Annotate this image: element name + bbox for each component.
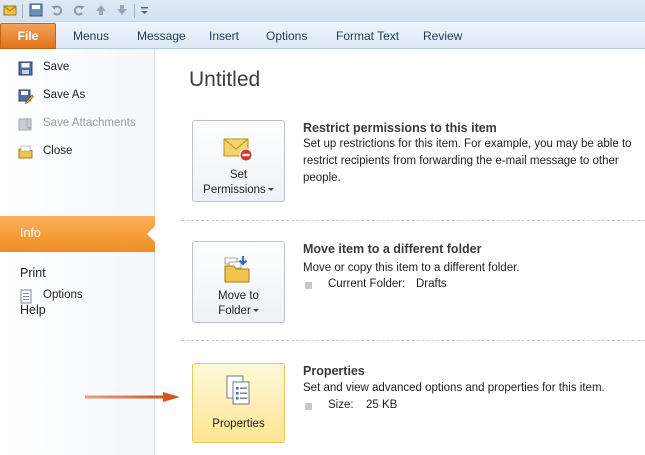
properties-icon bbox=[226, 375, 250, 405]
button-label: Properties bbox=[212, 418, 265, 430]
menu-item-close[interactable]: Close bbox=[0, 141, 155, 163]
move-to-folder-button[interactable]: Move to Folder bbox=[192, 241, 285, 323]
tab-insert[interactable]: Insert bbox=[209, 27, 239, 45]
properties-button[interactable]: Properties bbox=[192, 363, 285, 443]
tab-menus[interactable]: Menus bbox=[73, 27, 109, 45]
menu-item-save-as[interactable]: Save As bbox=[0, 85, 155, 107]
outlook-app-icon[interactable] bbox=[3, 3, 17, 17]
undo-icon[interactable] bbox=[50, 3, 64, 17]
ribbon-tab-bar: Menus Message Insert Options Format Text… bbox=[0, 22, 645, 49]
menu-item-label: Options bbox=[43, 289, 83, 301]
size-label: Size: bbox=[328, 399, 354, 411]
menu-item-print-placeholder bbox=[0, 212, 155, 234]
redo-icon[interactable] bbox=[72, 3, 86, 17]
button-label-line2: Permissions bbox=[193, 183, 284, 198]
options-icon bbox=[20, 289, 32, 304]
save-icon[interactable] bbox=[29, 3, 43, 17]
button-label-text: Folder bbox=[218, 305, 251, 317]
save-icon bbox=[18, 61, 33, 76]
menu-item-label: Close bbox=[43, 145, 73, 157]
dropdown-caret-icon bbox=[267, 188, 274, 192]
current-folder-label: Current Folder: bbox=[328, 278, 406, 290]
menu-item-label: Save bbox=[43, 61, 70, 73]
bullet-icon bbox=[305, 403, 312, 410]
move-folder-icon bbox=[224, 256, 250, 283]
tab-format-text[interactable]: Format Text bbox=[336, 27, 399, 45]
section-description: Set up restrictions for this item. For e… bbox=[303, 138, 632, 184]
tab-options[interactable]: Options bbox=[266, 27, 307, 45]
section-heading: Restrict permissions to this item bbox=[303, 121, 497, 135]
set-permissions-button[interactable]: Set Permissions bbox=[192, 120, 285, 202]
menu-item-label: Save As bbox=[43, 89, 86, 101]
tab-file[interactable]: File bbox=[0, 23, 56, 49]
size-value: 25 KB bbox=[366, 399, 398, 411]
section-divider bbox=[181, 220, 645, 221]
toolbar-separator bbox=[134, 4, 135, 18]
up-arrow-icon[interactable] bbox=[94, 3, 108, 17]
toolbar-separator bbox=[22, 4, 23, 18]
section-heading: Move item to a different folder bbox=[303, 242, 482, 256]
dropdown-caret-icon bbox=[252, 309, 259, 313]
bullet-icon bbox=[305, 282, 312, 289]
save-attachments-icon bbox=[18, 118, 32, 131]
section-heading: Properties bbox=[303, 364, 365, 378]
button-label-line2: Folder bbox=[193, 304, 284, 319]
folder-close-icon bbox=[18, 145, 33, 159]
quick-access-toolbar bbox=[0, 0, 645, 22]
button-label-text: Permissions bbox=[203, 184, 266, 196]
down-arrow-icon[interactable] bbox=[115, 3, 129, 17]
tab-review[interactable]: Review bbox=[423, 27, 462, 45]
customize-toolbar-icon[interactable] bbox=[138, 3, 152, 17]
button-label-line1: Move to bbox=[218, 290, 259, 302]
tab-message[interactable]: Message bbox=[137, 27, 186, 45]
menu-item-save-attachments[interactable]: Save Attachments bbox=[0, 113, 155, 135]
menu-item-label: Save Attachments bbox=[43, 117, 136, 129]
current-folder-value: Drafts bbox=[416, 278, 447, 290]
button-label-line1: Set bbox=[229, 169, 248, 181]
pointer-arrow-icon bbox=[85, 392, 180, 402]
page-title: Untitled bbox=[189, 68, 261, 91]
menu-item-print[interactable]: Print bbox=[0, 262, 155, 284]
menu-item-save[interactable]: Save bbox=[0, 57, 155, 79]
menu-item-options[interactable]: Options bbox=[0, 285, 155, 307]
section-description: Move or copy this item to a different fo… bbox=[303, 262, 520, 274]
section-description: Set and view advanced options and proper… bbox=[303, 382, 605, 394]
section-divider bbox=[181, 340, 645, 341]
envelope-restricted-icon bbox=[223, 138, 253, 162]
save-as-icon bbox=[18, 89, 34, 104]
menu-item-label: Print bbox=[20, 266, 46, 280]
